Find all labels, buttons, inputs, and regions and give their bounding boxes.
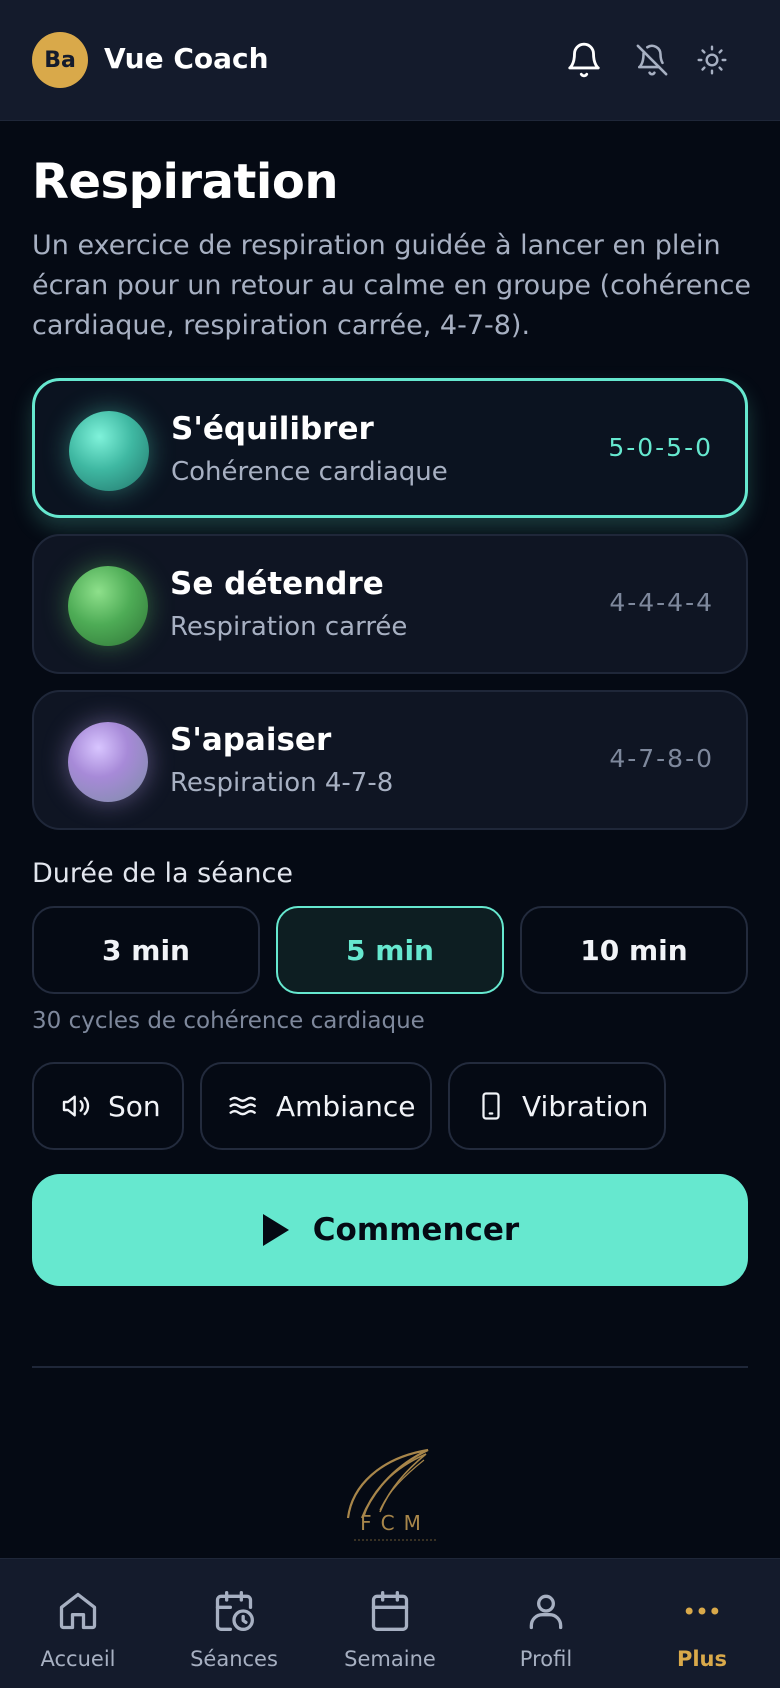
nav-label: Profil (519, 1647, 573, 1671)
fcm-logo: FCM (340, 1446, 450, 1546)
user-icon (529, 1594, 563, 1630)
bell-off-icon[interactable] (630, 38, 674, 82)
exercise-subtitle: Respiration 4-7-8 (170, 768, 394, 798)
ambiance-toggle-label: Ambiance (276, 1089, 416, 1123)
sound-toggle[interactable]: Son (32, 1062, 184, 1150)
exercise-pattern: 5-0-5-0 (608, 433, 713, 462)
nav-item-seances[interactable]: Séances (156, 1559, 312, 1688)
nav-item-profil[interactable]: Profil (468, 1559, 624, 1688)
cycles-info: 30 cycles de cohérence cardiaque (32, 1008, 425, 1034)
sound-toggle-label: Son (108, 1089, 161, 1123)
page-title: Respiration (32, 154, 339, 210)
breathing-orb-icon (69, 411, 149, 491)
exercise-title: S'apaiser (170, 722, 332, 758)
app-header: Ba Vue Coach (0, 0, 780, 121)
play-icon (262, 1214, 289, 1246)
vibration-toggle[interactable]: Vibration (448, 1062, 666, 1150)
duration-10-min-button[interactable]: 10 min (520, 906, 748, 994)
breathing-orb-icon (68, 722, 148, 802)
home-icon (59, 1592, 97, 1630)
header-title: Vue Coach (104, 42, 269, 75)
nav-label: Accueil (40, 1647, 116, 1671)
exercise-title: S'équilibrer (171, 411, 374, 447)
nav-item-semaine[interactable]: Semaine (312, 1559, 468, 1688)
duration-3-min-button[interactable]: 3 min (32, 906, 260, 994)
divider (32, 1366, 748, 1368)
sun-icon[interactable] (690, 38, 734, 82)
phone-icon (482, 1092, 500, 1120)
more-dots-icon (685, 1607, 719, 1615)
bell-icon[interactable] (562, 38, 606, 82)
exercise-subtitle: Respiration carrée (170, 612, 408, 642)
exercise-card-equilibrer[interactable]: S'équilibrer Cohérence cardiaque 5-0-5-0 (32, 378, 748, 518)
start-button-label: Commencer (312, 1212, 520, 1248)
exercise-card-detendre[interactable]: Se détendre Respiration carrée 4-4-4-4 (32, 534, 748, 674)
bottom-nav: Accueil Séances Semaine Profil Plus (0, 1558, 780, 1688)
speaker-icon (62, 1095, 90, 1117)
nav-label: Séances (190, 1647, 278, 1671)
exercise-card-apaiser[interactable]: S'apaiser Respiration 4-7-8 4-7-8-0 (32, 690, 748, 830)
nav-item-accueil[interactable]: Accueil (0, 1559, 156, 1688)
nav-item-plus[interactable]: Plus (624, 1559, 780, 1688)
waves-icon (229, 1096, 256, 1116)
duration-5-min-button[interactable]: 5 min (276, 906, 504, 994)
page-intro: Un exercice de respiration guidée à lanc… (32, 230, 751, 341)
svg-text:FCM: FCM (360, 1511, 430, 1535)
calendar-icon (371, 1591, 409, 1631)
ambiance-toggle[interactable]: Ambiance (200, 1062, 432, 1150)
start-button[interactable]: Commencer (32, 1174, 748, 1286)
duration-label: Durée de la séance (32, 858, 293, 889)
exercise-pattern: 4-7-8-0 (609, 744, 714, 773)
calendar-clock-icon (215, 1591, 254, 1631)
exercise-subtitle: Cohérence cardiaque (171, 457, 448, 487)
exercise-pattern: 4-4-4-4 (609, 588, 714, 617)
breathing-orb-icon (68, 566, 148, 646)
avatar[interactable]: Ba (32, 32, 88, 88)
exercise-title: Se détendre (170, 566, 384, 602)
vibration-toggle-label: Vibration (522, 1089, 649, 1123)
nav-label: Plus (676, 1647, 728, 1671)
nav-label: Semaine (344, 1647, 436, 1671)
